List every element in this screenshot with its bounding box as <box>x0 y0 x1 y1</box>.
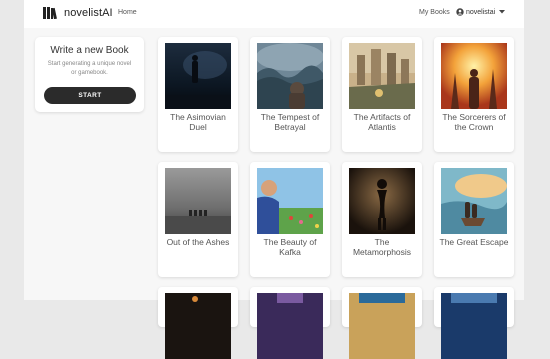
book-title: The Metamorphosis <box>352 237 412 257</box>
book-title: Out of the Ashes <box>166 237 230 247</box>
book-cover-image <box>165 43 231 109</box>
user-circle-icon <box>456 8 464 16</box>
caret-down-icon <box>499 10 506 14</box>
book-card[interactable]: The Metamorphosis <box>342 162 422 277</box>
book-card[interactable] <box>342 287 422 359</box>
create-book-title: Write a new Book <box>50 45 129 56</box>
book-card[interactable] <box>250 287 330 359</box>
page: novelistAI Home My Books novelistai Writ… <box>24 0 524 359</box>
nav-link-my-books[interactable]: My Books <box>419 9 450 16</box>
book-cover-image <box>349 293 415 359</box>
book-cover-image <box>441 43 507 109</box>
book-title: The Tempest of Betrayal <box>260 112 320 132</box>
book-card[interactable] <box>434 287 514 359</box>
book-card[interactable]: Out of the Ashes <box>158 162 238 277</box>
book-title: The Great Escape <box>439 237 509 247</box>
book-cover-image <box>349 43 415 109</box>
brand-link[interactable]: novelistAI <box>43 7 113 19</box>
book-title: The Beauty of Kafka <box>263 237 317 257</box>
book-title: The Asimovian Duel <box>170 112 226 132</box>
book-title: The Artifacts of Atlantis <box>353 112 411 132</box>
book-card[interactable]: The Artifacts of Atlantis <box>342 37 422 152</box>
navbar: novelistAI Home My Books novelistai <box>24 0 524 28</box>
book-cover-image <box>441 293 507 359</box>
book-cover-image <box>165 168 231 234</box>
book-card[interactable]: The Asimovian Duel <box>158 37 238 152</box>
book-title: The Sorcerers of the Crown <box>442 112 506 132</box>
book-card[interactable]: The Beauty of Kafka <box>250 162 330 277</box>
user-name: novelistai <box>466 8 496 16</box>
book-card[interactable]: The Sorcerers of the Crown <box>434 37 514 152</box>
book-card[interactable]: The Tempest of Betrayal <box>250 37 330 152</box>
book-cover-image <box>165 293 231 359</box>
books-logo-icon <box>43 7 57 19</box>
book-cover-image <box>441 168 507 234</box>
book-cover-image <box>257 293 323 359</box>
nav-link-home[interactable]: Home <box>118 9 137 16</box>
book-card[interactable]: The Great Escape <box>434 162 514 277</box>
brand-name: novelistAI <box>64 7 113 19</box>
book-cover-image <box>349 168 415 234</box>
book-cover-image <box>257 168 323 234</box>
book-cover-image <box>257 43 323 109</box>
start-button[interactable]: START <box>44 87 136 104</box>
create-book-card: Write a new Book Start generating a uniq… <box>35 37 144 112</box>
create-book-subtitle: Start generating a unique novel or gameb… <box>47 61 132 76</box>
book-card[interactable] <box>158 287 238 359</box>
user-menu[interactable]: novelistai <box>456 8 506 16</box>
